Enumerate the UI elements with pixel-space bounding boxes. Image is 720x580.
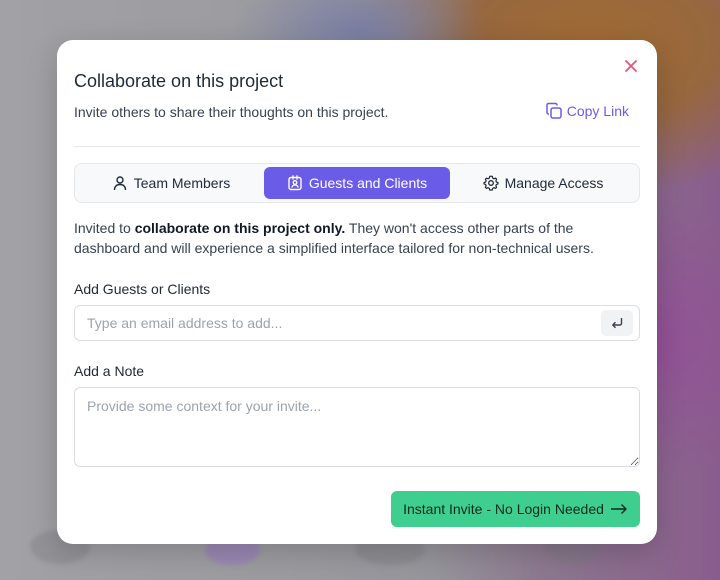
tab-label: Manage Access xyxy=(504,175,604,191)
user-icon xyxy=(113,176,126,191)
email-input[interactable] xyxy=(75,306,595,340)
guest-description: Invited to collaborate on this project o… xyxy=(74,218,640,258)
tab-label: Team Members xyxy=(133,175,231,191)
close-icon xyxy=(625,60,637,72)
divider xyxy=(74,146,640,147)
tab-label: Guests and Clients xyxy=(308,175,428,191)
dialog-subtitle: Invite others to share their thoughts on… xyxy=(74,104,389,120)
access-tabs: Team Members Guests and Clients Manage A… xyxy=(74,163,640,203)
close-button[interactable] xyxy=(621,56,641,76)
note-textarea[interactable] xyxy=(74,387,640,467)
copy-link-button[interactable]: Copy Link xyxy=(545,102,629,120)
copy-icon xyxy=(545,102,562,119)
contact-badge-icon xyxy=(288,175,302,191)
dialog-title: Collaborate on this project xyxy=(74,71,284,91)
gear-icon xyxy=(482,175,499,191)
description-prefix: Invited to xyxy=(74,220,135,236)
tab-guests-and-clients[interactable]: Guests and Clients xyxy=(264,167,450,199)
email-field-container xyxy=(74,305,640,341)
arrow-right-icon xyxy=(610,504,627,514)
instant-invite-button[interactable]: Instant Invite - No Login Needed xyxy=(391,491,640,527)
copy-link-label: Copy Link xyxy=(566,103,629,119)
collaborate-dialog: Collaborate on this project Invite other… xyxy=(57,40,657,544)
tab-team-members[interactable]: Team Members xyxy=(78,167,264,199)
invite-button-label: Instant Invite - No Login Needed xyxy=(403,501,604,517)
add-email-button[interactable] xyxy=(601,310,633,336)
note-label: Add a Note xyxy=(74,363,145,379)
tab-manage-access[interactable]: Manage Access xyxy=(450,167,636,199)
guests-label: Add Guests or Clients xyxy=(74,281,211,297)
enter-return-icon xyxy=(612,318,623,329)
description-emphasis: collaborate on this project only. xyxy=(134,220,346,236)
